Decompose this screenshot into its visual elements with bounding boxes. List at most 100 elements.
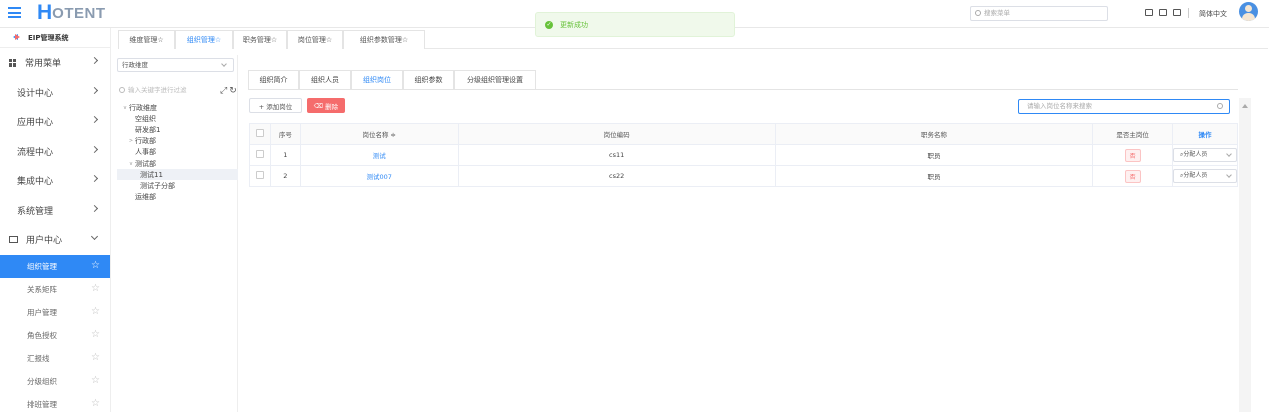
sidebar-subitem-label: 汇报线 (27, 353, 50, 363)
caret-down-icon[interactable]: v (121, 105, 129, 111)
sidebar-subitem-graded-org[interactable]: 分级组织 ☆ (0, 370, 110, 393)
sidebar-item-integration-center[interactable]: 集成中心 (0, 166, 110, 196)
tab-org-params[interactable]: 组织参数 (403, 70, 454, 89)
tab-dimension-management[interactable]: 维度管理☆ (118, 30, 175, 49)
tab-position-management[interactable]: 岗位管理☆ (287, 30, 343, 49)
tab-org-management[interactable]: 组织管理☆ (175, 30, 233, 49)
success-toast: ✓ 更新成功 (535, 12, 735, 37)
add-position-button[interactable]: + 添加岗位 (249, 98, 302, 113)
system-title-text: EIP管理系统 (28, 33, 69, 42)
dimension-select[interactable]: 行政维度 (117, 58, 234, 72)
check-circle-icon: ✓ (545, 20, 553, 29)
tree-node-label: 运维部 (135, 193, 156, 202)
scrollbar[interactable] (1239, 98, 1251, 412)
sidebar-item-app-center[interactable]: 应用中心 (0, 107, 110, 137)
assign-members-dropdown[interactable]: ⌕分配人员 (1172, 148, 1237, 162)
star-icon[interactable]: ☆ (91, 260, 100, 271)
avatar[interactable] (1239, 2, 1258, 21)
star-icon[interactable]: ☆ (91, 352, 100, 363)
star-icon[interactable]: ☆ (91, 398, 100, 409)
sidebar-subitem-shift-management[interactable]: 排班管理 ☆ (0, 393, 110, 416)
star-icon[interactable]: ☆ (91, 329, 100, 340)
star-icon[interactable]: ☆ (91, 375, 100, 386)
global-search-input[interactable]: 搜索菜单 (970, 6, 1108, 21)
sidebar-subitem-label: 用户管理 (27, 307, 57, 317)
row-checkbox[interactable] (255, 171, 264, 179)
caret-down-icon[interactable]: v (127, 161, 135, 167)
column-header-filter[interactable]: 是否主岗位 (1092, 123, 1173, 145)
logo-text: OTENT (52, 4, 106, 22)
column-header: 岗位编码 (457, 123, 776, 145)
row-select-cell[interactable] (249, 144, 271, 166)
tab-graded-org-settings[interactable]: 分级组织管理设置 (454, 70, 536, 89)
sidebar-subitem-org-management[interactable]: 组织管理 ☆ (0, 254, 110, 278)
tree-node-label: 空组织 (135, 114, 156, 123)
tree-node[interactable]: 运维部 (117, 192, 238, 203)
tree-filter-input[interactable]: 输入关键字进行过滤 (117, 84, 214, 97)
search-icon[interactable] (1217, 103, 1223, 109)
chevron-right-icon (90, 56, 99, 65)
expand-icon[interactable]: ⤢ (220, 86, 229, 96)
position-name-link[interactable]: 测试 (373, 152, 386, 160)
search-icon (119, 87, 125, 93)
refresh-icon[interactable] (1173, 9, 1181, 16)
sidebar-item-label: 流程中心 (17, 147, 54, 158)
scroll-up-icon[interactable] (1242, 101, 1248, 108)
select-all-cell[interactable] (249, 123, 271, 145)
tree-node[interactable]: v 测试部 (117, 158, 238, 169)
sidebar-subitem-role-auth[interactable]: 角色授权 ☆ (0, 324, 110, 347)
tab-job-management[interactable]: 职务管理☆ (233, 30, 287, 49)
sidebar-subitem-report-line[interactable]: 汇报线 ☆ (0, 347, 110, 370)
refresh-icon[interactable]: ↻ (229, 86, 239, 96)
table-row: 2 测试007 cs22 职员 否 ⌕分配人员 (249, 165, 1239, 187)
table-header-row: 序号 岗位名称 ≑ 岗位编码 职务名称 是否主岗位 操作 (249, 123, 1239, 145)
sidebar-item-label: 常用菜单 (25, 59, 62, 70)
assign-members-dropdown[interactable]: ⌕分配人员 (1172, 169, 1237, 183)
tab-org-positions[interactable]: 组织岗位 (351, 70, 403, 89)
language-switch[interactable]: 简体中文 (1199, 9, 1227, 19)
star-icon[interactable]: ☆ (91, 306, 100, 317)
tree-node[interactable]: > 行政部 (117, 136, 238, 147)
sidebar-item-flow-center[interactable]: 流程中心 (0, 137, 110, 167)
menu-toggle-icon[interactable] (8, 7, 21, 18)
sidebar-subitem-label: 排班管理 (27, 399, 57, 409)
fullscreen-icon[interactable] (1159, 9, 1167, 16)
tree-node[interactable]: 空组织 (117, 113, 238, 124)
tree-node-selected[interactable]: 测试11 (117, 169, 238, 181)
sidebar-item-label: 用户中心 (26, 236, 63, 247)
job-name-cell: 职员 (774, 165, 1094, 187)
sidebar-subitem-user-management[interactable]: 用户管理 ☆ (0, 301, 110, 324)
star-icon[interactable]: ☆ (91, 283, 100, 294)
position-name-link[interactable]: 测试007 (367, 173, 392, 181)
tab-org-members[interactable]: 组织人员 (299, 70, 351, 89)
monitor-icon[interactable] (1145, 9, 1153, 16)
sidebar-subitem-relation-matrix[interactable]: 关系矩阵 ☆ (0, 278, 110, 301)
sidebar: EIP管理系统 常用菜单 设计中心 应用中心 流程中心 集成中心 系统管理 用户… (0, 28, 111, 412)
tree-node[interactable]: v 行政维度 (117, 102, 238, 113)
row-select-cell[interactable] (249, 165, 271, 187)
table-row: 1 测试 cs11 职员 否 ⌕分配人员 (249, 144, 1239, 166)
column-header: 职务名称 (774, 123, 1094, 145)
sidebar-item-user-center[interactable]: 用户中心 (0, 225, 110, 255)
sidebar-item-system-management[interactable]: 系统管理 (0, 196, 110, 226)
is-main-badge: 否 (1124, 148, 1141, 162)
tree-node-label: 行政维度 (129, 103, 157, 112)
caret-right-icon[interactable]: > (127, 138, 135, 144)
tab-org-intro[interactable]: 组织简介 (248, 70, 299, 89)
select-all-checkbox[interactable] (255, 129, 264, 137)
position-search-input[interactable]: 请输入岗位名称来搜索 (1018, 99, 1230, 114)
chevron-down-icon (90, 232, 99, 241)
tab-org-param-management[interactable]: 组织参数管理☆ (343, 30, 425, 49)
tree-node[interactable]: 研发部1 (117, 124, 238, 135)
sidebar-item-design-center[interactable]: 设计中心 (0, 78, 110, 108)
tree-node[interactable]: 人事部 (117, 147, 238, 158)
delete-button[interactable]: ⌫ 删除 (307, 98, 345, 113)
job-name-cell: 职员 (774, 144, 1094, 166)
row-checkbox[interactable] (255, 150, 264, 158)
sidebar-item-common-menu[interactable]: 常用菜单 (0, 48, 110, 78)
global-search-placeholder: 搜索菜单 (984, 9, 1010, 17)
tree-node[interactable]: 测试子分部 (117, 180, 238, 191)
divider (248, 89, 1238, 90)
column-header-sortable[interactable]: 岗位名称 ≑ (299, 123, 459, 145)
is-main-badge: 否 (1124, 169, 1141, 183)
